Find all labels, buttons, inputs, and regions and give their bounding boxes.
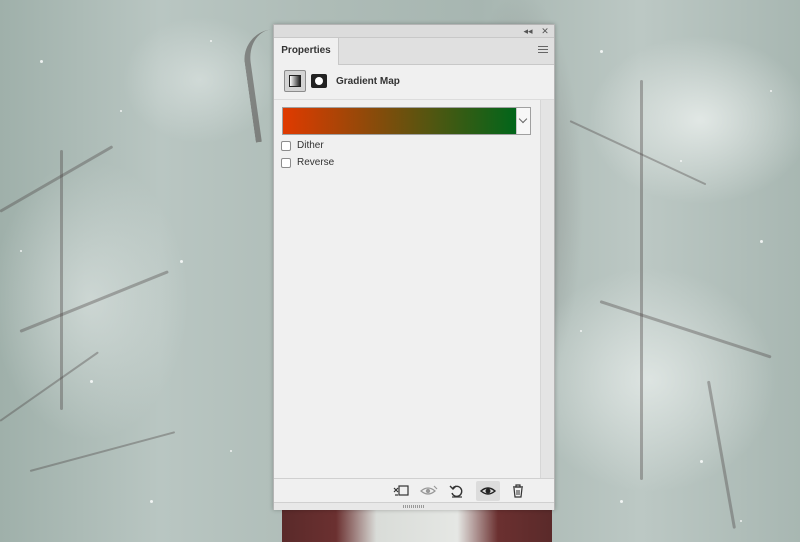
dither-label: Dither [297, 140, 324, 151]
adjustment-title: Gradient Map [336, 76, 400, 87]
delete-adjustment-button[interactable] [506, 481, 530, 501]
figure-dress [282, 505, 552, 542]
reset-arrow-icon [449, 485, 463, 498]
collapse-icon[interactable]: ◂◂ [522, 25, 534, 37]
gradient-picker[interactable] [282, 107, 531, 135]
panel-scrollbar[interactable] [540, 100, 554, 478]
toggle-visibility-button[interactable] [476, 481, 500, 501]
gradient-map-adjustment-icon[interactable] [284, 70, 306, 92]
layer-mask-icon[interactable] [311, 74, 327, 88]
properties-panel: ◂◂ ✕ Properties Gradient Map Dither Reve… [273, 24, 555, 510]
view-previous-state-button[interactable] [416, 481, 440, 501]
panel-tab-row: Properties [274, 38, 554, 65]
panel-resize-grip[interactable] [274, 502, 554, 510]
reverse-label: Reverse [297, 157, 335, 168]
chevron-down-icon[interactable] [516, 108, 530, 134]
panel-footer [274, 478, 554, 503]
eye-icon [480, 487, 497, 495]
panel-menu-icon[interactable] [538, 46, 548, 56]
clip-to-layer-button[interactable] [388, 481, 412, 501]
reverse-checkbox[interactable] [281, 158, 291, 168]
adjustment-header: Gradient Map [274, 65, 554, 100]
close-icon[interactable]: ✕ [539, 25, 551, 37]
view-previous-eye-icon [420, 485, 438, 495]
clip-to-layer-icon [393, 485, 409, 496]
reset-button[interactable] [444, 481, 468, 501]
panel-titlebar: ◂◂ ✕ [274, 25, 554, 38]
gradient-preview[interactable] [283, 108, 517, 134]
panel-content: Dither Reverse [274, 100, 540, 478]
dither-checkbox[interactable] [281, 141, 291, 151]
tab-properties[interactable]: Properties [274, 38, 339, 65]
trash-icon [513, 484, 523, 498]
